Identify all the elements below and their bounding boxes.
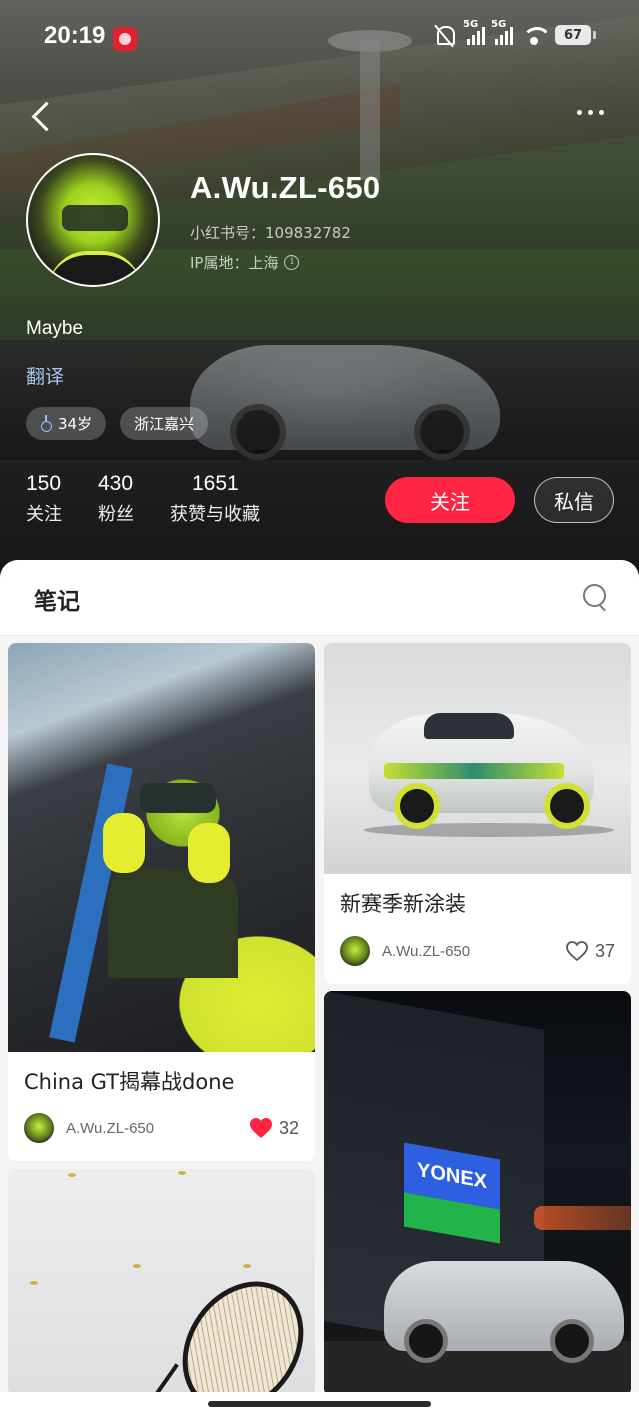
- battery-indicator: 67: [555, 25, 596, 45]
- note-cover-image: YONEX: [324, 991, 631, 1396]
- like-count: 37: [594, 940, 615, 961]
- note-cover-image: [324, 643, 631, 874]
- signal-icon: 5G: [463, 19, 485, 45]
- author-avatar[interactable]: [24, 1113, 54, 1143]
- following-stat[interactable]: 150 关注: [26, 472, 62, 526]
- home-indicator[interactable]: [208, 1401, 431, 1407]
- app-notification-icon: [113, 27, 137, 51]
- profile-tags: 34岁 浙江嘉兴: [26, 407, 209, 440]
- note-title: China GT揭幕战done: [24, 1070, 235, 1094]
- author-name[interactable]: A.Wu.ZL-650: [382, 943, 565, 960]
- age-tag: 34岁: [26, 407, 107, 440]
- info-icon[interactable]: i: [284, 255, 300, 270]
- redbook-id: 小红书号：109832782: [190, 224, 351, 242]
- likes-collections-stat[interactable]: 1651 获赞与收藏: [170, 472, 260, 526]
- note-cover-image: [8, 643, 315, 1052]
- mute-icon: [433, 24, 457, 46]
- note-card[interactable]: China GT揭幕战done A.Wu.ZL-650 32: [8, 643, 315, 1161]
- back-button[interactable]: [24, 96, 60, 136]
- note-meta: A.Wu.ZL-650 37: [340, 936, 615, 966]
- like-button[interactable]: 32: [249, 1117, 299, 1139]
- like-count: 32: [278, 1117, 299, 1138]
- author-avatar[interactable]: [340, 936, 370, 966]
- more-options-button[interactable]: [577, 100, 613, 124]
- followers-stat[interactable]: 430 粉丝: [98, 472, 134, 526]
- note-card[interactable]: 新赛季新涂装 A.Wu.ZL-650 37: [324, 643, 631, 984]
- note-card[interactable]: YONEX: [324, 991, 631, 1396]
- author-name[interactable]: A.Wu.ZL-650: [66, 1120, 249, 1137]
- like-button[interactable]: 37: [565, 940, 615, 962]
- notes-panel: 笔记 China GT揭幕战done A.Wu.ZL-650 32 新赛季新涂装…: [0, 560, 639, 1421]
- heart-filled-icon: [249, 1118, 272, 1138]
- follow-button[interactable]: 关注: [385, 477, 515, 523]
- profile-name: A.Wu.ZL-650: [190, 170, 381, 205]
- ip-location-label: IP属地：上海: [190, 254, 279, 272]
- note-card[interactable]: [8, 1169, 315, 1396]
- message-button[interactable]: 私信: [534, 477, 614, 523]
- heart-outline-icon: [566, 941, 588, 962]
- translate-link[interactable]: 翻译: [26, 362, 64, 389]
- profile-bio: Maybe: [26, 318, 84, 339]
- location-tag: 浙江嘉兴: [120, 407, 209, 440]
- avatar[interactable]: [26, 153, 160, 287]
- status-time: 20:19: [44, 22, 106, 49]
- note-meta: A.Wu.ZL-650 32: [24, 1113, 299, 1143]
- profile-stats: 150 关注 430 粉丝 1651 获赞与收藏: [26, 472, 296, 526]
- more-icon: [577, 109, 582, 115]
- signal-icon: 5G: [491, 19, 513, 45]
- notes-header: 笔记: [0, 560, 639, 636]
- note-title: 新赛季新涂装: [340, 892, 466, 916]
- male-icon: [40, 414, 52, 432]
- status-bar: 20:19 5G 5G 67: [0, 18, 639, 58]
- ip-location: IP属地：上海 i: [190, 252, 300, 273]
- search-icon[interactable]: [583, 584, 609, 610]
- note-cover-image: [8, 1169, 315, 1396]
- tab-notes[interactable]: 笔记: [34, 582, 80, 616]
- wifi-icon: [521, 25, 547, 45]
